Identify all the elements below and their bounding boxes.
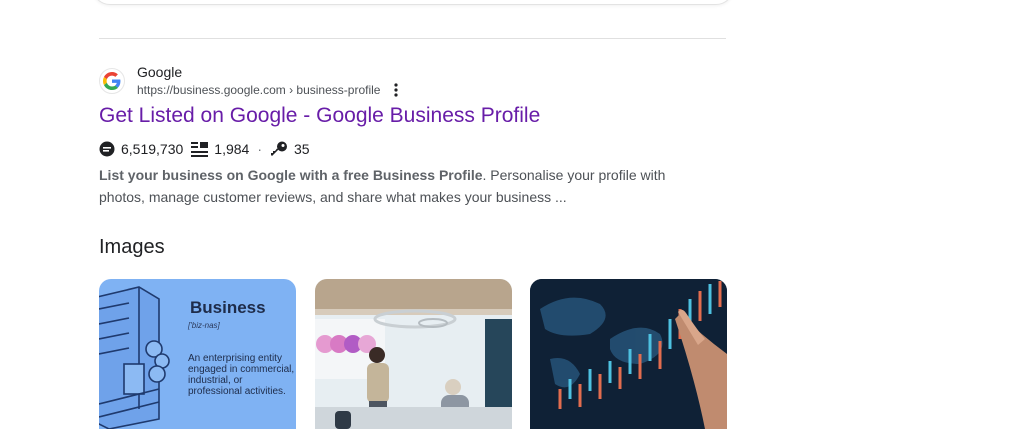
listings-count: 1,984	[214, 141, 250, 157]
keys-count: 35	[294, 141, 310, 157]
more-options-icon[interactable]	[387, 81, 405, 99]
divider	[99, 38, 726, 39]
keys-stat: 35	[270, 141, 310, 157]
thumb-business-pronunciation: ['biz-nas]	[188, 321, 220, 330]
result-snippet: List your business on Google with a free…	[99, 164, 709, 208]
thumb-business-definition: An enterprising entity engaged in commer…	[188, 353, 295, 397]
stock-chart-photo	[530, 279, 727, 429]
listings-stat: 1,984	[191, 141, 249, 157]
previous-result-card	[92, 0, 734, 5]
image-thumbnail-stock-chart[interactable]	[530, 279, 727, 429]
key-icon	[271, 141, 288, 156]
image-thumbnail-business[interactable]: Business ['biz-nas] An enterprising enti…	[99, 279, 296, 429]
google-favicon-icon	[99, 68, 125, 94]
site-url[interactable]: https://business.google.com › business-p…	[137, 83, 380, 97]
images-heading: Images	[99, 236, 165, 258]
office-meeting-photo	[315, 279, 512, 429]
result-title-link[interactable]: Get Listed on Google - Google Business P…	[99, 104, 540, 128]
stat-separator: ·	[257, 141, 263, 157]
list-icon	[191, 141, 209, 157]
result-stats: 6,519,730 1,984 · 35	[99, 140, 310, 158]
site-name[interactable]: Google	[137, 64, 182, 80]
snippet-bold: List your business on Google with a free…	[99, 167, 483, 183]
views-count: 6,519,730	[121, 141, 184, 157]
views-stat: 6,519,730	[99, 141, 183, 157]
thumb-business-title: Business	[190, 298, 266, 317]
image-thumbnail-office-meeting[interactable]	[315, 279, 512, 429]
comment-icon	[99, 141, 115, 157]
